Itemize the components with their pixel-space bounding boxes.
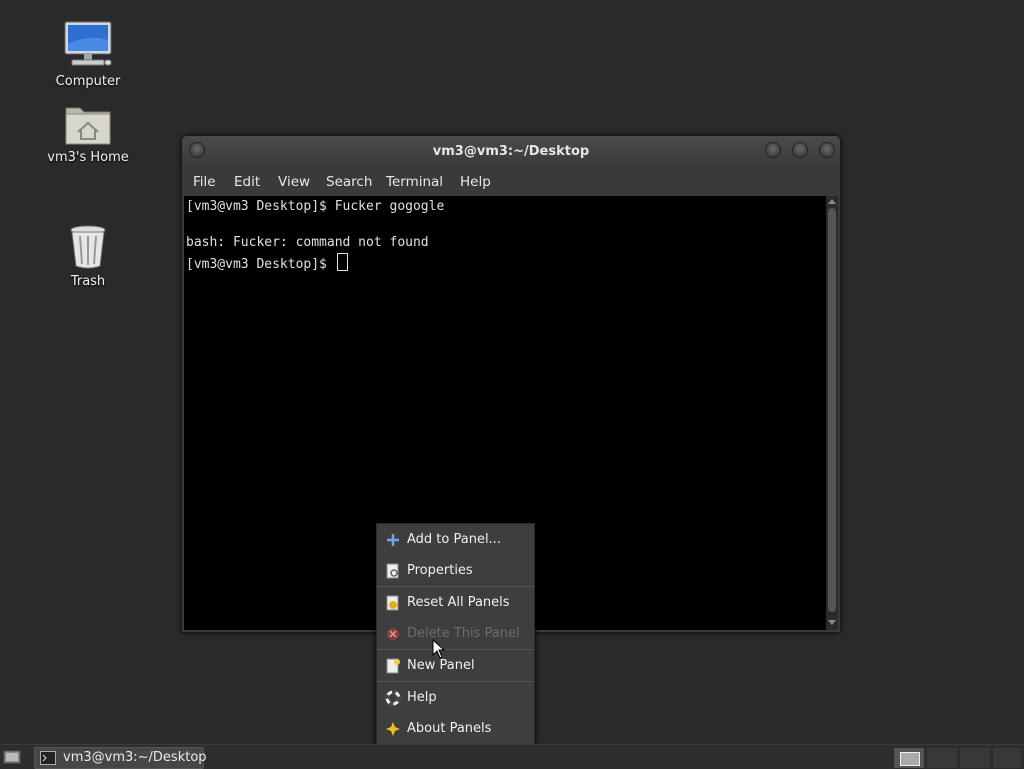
menu-item-label: Properties — [407, 563, 473, 578]
scrollbar-thumb[interactable] — [828, 208, 836, 612]
taskbar-button-label: vm3@vm3:~/Desktop — [63, 750, 207, 765]
reset-icon — [386, 595, 399, 611]
menu-item-reset-all-panels[interactable]: Reset All Panels — [377, 589, 534, 617]
desktop-icon-label: Computer — [55, 74, 121, 89]
home-folder-icon — [65, 107, 111, 145]
menu-search[interactable]: Search — [326, 174, 372, 190]
taskbar-button-terminal[interactable]: vm3@vm3:~/Desktop — [34, 747, 207, 769]
new-panel-icon — [386, 658, 400, 674]
minimize-button[interactable] — [765, 142, 781, 158]
properties-icon — [386, 563, 399, 579]
menu-separator — [377, 649, 534, 650]
menu-item-label: Delete This Panel — [407, 626, 520, 641]
menu-view[interactable]: View — [278, 174, 310, 190]
menu-item-help[interactable]: Help — [377, 684, 534, 712]
window-titlebar[interactable]: vm3@vm3:~/Desktop — [182, 136, 840, 168]
bottom-panel[interactable]: vm3@vm3:~/Desktop — [0, 744, 1024, 769]
menu-item-about-panels[interactable]: About Panels — [377, 715, 534, 743]
menu-separator — [377, 586, 534, 587]
menu-terminal[interactable]: Terminal — [386, 174, 443, 190]
terminal-line: [vm3@vm3 Desktop]$ Fucker gogogle — [186, 199, 445, 214]
menu-item-label: Add to Panel... — [407, 532, 501, 547]
scroll-up-arrow-icon[interactable] — [828, 199, 836, 204]
terminal-prompt: [vm3@vm3 Desktop]$ — [186, 257, 335, 272]
menu-item-label: Help — [407, 690, 437, 705]
computer-icon — [64, 21, 112, 66]
show-desktop-icon[interactable] — [3, 748, 21, 766]
panel-context-menu: Add to Panel... Properties Reset All Pan… — [376, 523, 535, 745]
desktop-icon-label: Trash — [70, 274, 106, 289]
menu-edit[interactable]: Edit — [234, 174, 260, 190]
menubar: File Edit View Search Terminal Help — [182, 168, 840, 196]
desktop-icon-computer[interactable]: Computer — [33, 20, 143, 89]
vertical-scrollbar[interactable] — [826, 196, 838, 630]
workspace-1[interactable] — [893, 747, 925, 769]
help-icon — [385, 690, 401, 706]
add-icon — [387, 534, 399, 546]
workspace-3[interactable] — [959, 747, 991, 769]
menu-help[interactable]: Help — [460, 174, 491, 190]
terminal-line: bash: Fucker: command not found — [186, 235, 429, 250]
terminal-icon — [40, 751, 56, 765]
text-cursor — [336, 253, 348, 271]
desktop-icon-home[interactable]: vm3's Home — [33, 102, 143, 165]
menu-item-label: About Panels — [407, 721, 492, 736]
menu-separator — [377, 681, 534, 682]
menu-item-add-to-panel[interactable]: Add to Panel... — [377, 526, 534, 554]
menu-item-label: Reset All Panels — [407, 595, 510, 610]
menu-item-properties[interactable]: Properties — [377, 557, 534, 585]
menu-item-delete-this-panel[interactable]: Delete This Panel — [377, 620, 534, 648]
window-title: vm3@vm3:~/Desktop — [432, 144, 590, 159]
close-button[interactable] — [819, 142, 835, 158]
terminal-prompt-line: [vm3@vm3 Desktop]$ — [186, 253, 348, 272]
workspace-2[interactable] — [926, 747, 958, 769]
scroll-down-arrow-icon[interactable] — [828, 620, 836, 625]
menu-item-label: New Panel — [407, 658, 475, 673]
about-icon — [386, 722, 400, 736]
desktop-icon-trash[interactable]: Trash — [33, 224, 143, 289]
trash-icon — [70, 225, 106, 269]
maximize-button[interactable] — [792, 142, 808, 158]
mouse-pointer-icon — [432, 639, 446, 659]
workspace-4[interactable] — [992, 747, 1022, 769]
desktop-icon-label: vm3's Home — [47, 150, 129, 165]
delete-icon — [387, 628, 399, 640]
menu-file[interactable]: File — [193, 174, 216, 190]
menu-item-new-panel[interactable]: New Panel — [377, 652, 534, 680]
